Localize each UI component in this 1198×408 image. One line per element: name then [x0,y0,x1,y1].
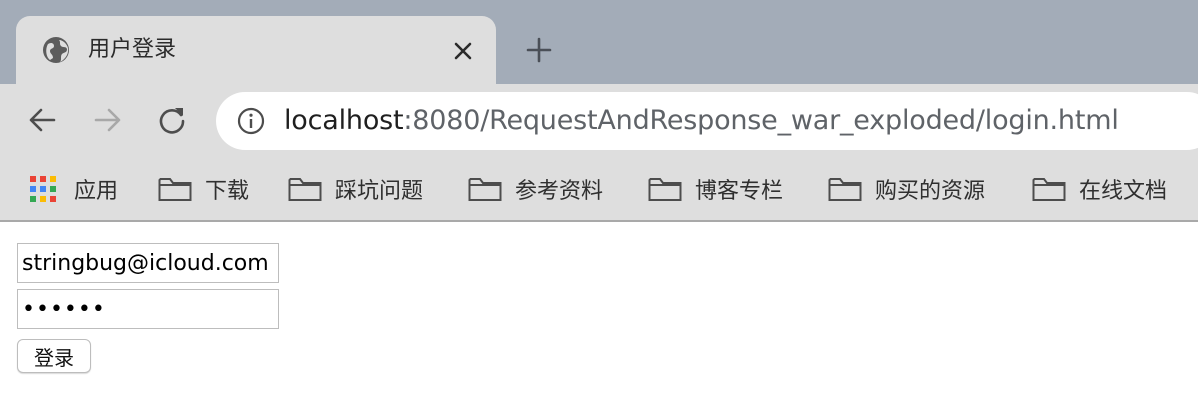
bookmark-label: 踩坑问题 [335,179,424,204]
url-host: localhost [284,105,404,136]
apps-grid-icon [30,176,56,202]
close-icon[interactable] [452,40,474,62]
password-field[interactable] [17,289,279,329]
page-content: 登录 [0,222,1198,408]
globe-icon [43,37,69,63]
bookmark-label: 参考资料 [515,179,604,204]
url-text[interactable]: localhost:8080/RequestAndResponse_war_ex… [284,104,1119,138]
bookmark-folder-pitfalls[interactable]: 踩坑问题 [288,172,423,206]
reload-icon[interactable] [156,104,188,136]
tab-strip: 用户登录 [0,0,1198,86]
folder-icon [1032,178,1066,201]
folder-icon [828,178,862,201]
bookmarks-bar: 应用 下载 踩坑问题 参考资料 博客专栏 购买的资源 在线文档 [0,158,1198,222]
bookmark-folder-docs[interactable]: 在线文档 [1032,172,1167,206]
bookmark-label: 在线文档 [1079,179,1168,204]
bookmark-label: 下载 [205,179,250,204]
folder-icon [288,178,322,201]
back-arrow-icon[interactable] [27,104,59,136]
bookmark-folder-downloads[interactable]: 下载 [158,172,249,206]
bookmark-label: 博客专栏 [695,179,784,204]
toolbar: localhost:8080/RequestAndResponse_war_ex… [0,84,1198,158]
bookmark-label: 应用 [74,179,119,204]
info-icon[interactable] [237,107,265,135]
new-tab-plus-icon[interactable] [525,36,553,64]
browser-window: 用户登录 localhost:8080/RequestAndResponse_w… [0,0,1198,408]
bookmark-folder-blog[interactable]: 博客专栏 [648,172,783,206]
bookmark-label: 购买的资源 [875,179,986,204]
active-tab[interactable]: 用户登录 [16,16,496,86]
folder-icon [158,178,192,201]
forward-arrow-icon[interactable] [91,104,123,136]
email-field[interactable] [17,243,279,283]
bookmark-folder-purchased[interactable]: 购买的资源 [828,172,985,206]
address-bar[interactable]: localhost:8080/RequestAndResponse_war_ex… [216,92,1198,150]
folder-icon [648,178,682,201]
tab-title: 用户登录 [88,37,177,62]
url-path: :8080/RequestAndResponse_war_exploded/lo… [403,105,1119,136]
bookmark-apps[interactable]: 应用 [30,172,118,206]
login-button[interactable]: 登录 [17,339,91,373]
folder-icon [468,178,502,201]
bookmark-folder-references[interactable]: 参考资料 [468,172,603,206]
